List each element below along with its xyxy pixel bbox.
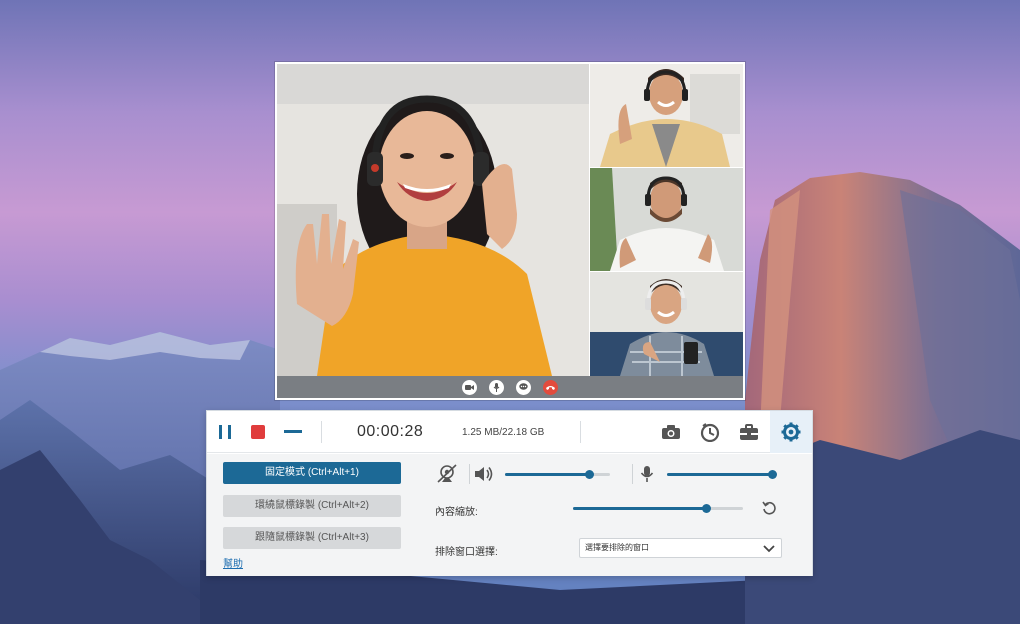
recorder-panel: 00:00:28 1.25 MB/22.18 GB 固定模式 (Ctrl+Alt…	[206, 410, 813, 576]
woman-waving-image	[277, 64, 589, 376]
pause-button[interactable]	[213, 420, 237, 444]
microphone-volume-slider[interactable]	[667, 470, 777, 479]
content-zoom-label: 內容縮放:	[435, 507, 478, 518]
recorder-toolbar: 00:00:28 1.25 MB/22.18 GB	[207, 411, 812, 453]
content-zoom-thumb[interactable]	[701, 504, 711, 513]
toolbar-divider	[580, 421, 581, 443]
camera-icon	[465, 384, 474, 390]
chat-button[interactable]	[516, 379, 531, 395]
speaker-volume-thumb[interactable]	[585, 470, 594, 479]
microphone-volume-thumb[interactable]	[768, 470, 777, 479]
webcam-off-button[interactable]	[434, 463, 460, 485]
main-video-feed	[277, 64, 589, 376]
pause-icon	[219, 425, 231, 439]
stop-button[interactable]	[246, 420, 270, 444]
content-zoom-fill	[573, 507, 706, 510]
participant-video-1	[590, 64, 743, 167]
toolbar-divider	[321, 421, 322, 443]
man-beige-jacket-image	[590, 64, 743, 167]
help-link[interactable]: 幫助	[223, 555, 243, 570]
reset-zoom-button[interactable]	[760, 499, 778, 517]
schedule-button[interactable]	[698, 420, 722, 444]
webcam-off-icon	[437, 464, 457, 483]
camera-button[interactable]	[462, 379, 477, 395]
speaker-icon	[475, 467, 493, 481]
file-size-readout: 1.25 MB/22.18 GB	[462, 427, 545, 438]
video-call-window	[275, 62, 745, 400]
exclude-window-label: 排除窗口選擇:	[435, 547, 498, 558]
hangup-button[interactable]	[543, 379, 558, 395]
settings-button[interactable]	[770, 411, 812, 453]
minimize-icon	[284, 430, 302, 433]
toolbox-icon	[740, 424, 758, 440]
camera-icon	[662, 425, 680, 439]
screenshot-button[interactable]	[659, 420, 683, 444]
follow-mouse-mode-button[interactable]: 跟隨鼠標錄製 (Ctrl+Alt+3)	[223, 527, 401, 549]
chat-icon	[519, 383, 528, 390]
microphone-volume-fill	[667, 473, 772, 476]
exclude-window-select[interactable]: 選擇要排除的窗口	[579, 538, 782, 558]
reset-icon	[762, 501, 776, 515]
recording-timer: 00:00:28	[357, 423, 424, 440]
microphone-icon	[640, 466, 654, 482]
exclude-window-value: 選擇要排除的窗口	[585, 543, 649, 552]
participant-video-2	[590, 168, 743, 271]
toolbox-button[interactable]	[737, 420, 761, 444]
stop-icon	[251, 425, 265, 439]
minimize-button[interactable]	[281, 420, 305, 444]
participant-video-3	[590, 272, 743, 376]
around-mouse-mode-button[interactable]: 環繞鼠標錄製 (Ctrl+Alt+2)	[223, 495, 401, 517]
call-controls-bar	[277, 376, 743, 398]
chevron-down-icon	[763, 545, 775, 553]
speaker-volume-fill	[505, 473, 589, 476]
speaker-volume-slider[interactable]	[505, 470, 610, 479]
microphone-icon	[493, 382, 500, 392]
gear-icon	[781, 422, 801, 442]
content-zoom-slider[interactable]	[573, 504, 743, 513]
audio-divider	[469, 464, 470, 484]
microphone-button[interactable]	[489, 379, 504, 395]
audio-divider	[632, 464, 633, 484]
man-plaid-shirt-image	[590, 272, 743, 376]
speaker-button[interactable]	[473, 464, 495, 484]
man-white-shirt-image	[590, 168, 743, 271]
clock-icon	[700, 423, 720, 442]
microphone-button[interactable]	[637, 464, 657, 484]
recorder-settings-body: 固定模式 (Ctrl+Alt+1) 環繞鼠標錄製 (Ctrl+Alt+2) 跟隨…	[207, 454, 812, 576]
fixed-mode-button[interactable]: 固定模式 (Ctrl+Alt+1)	[223, 462, 401, 484]
hangup-icon	[546, 385, 555, 390]
